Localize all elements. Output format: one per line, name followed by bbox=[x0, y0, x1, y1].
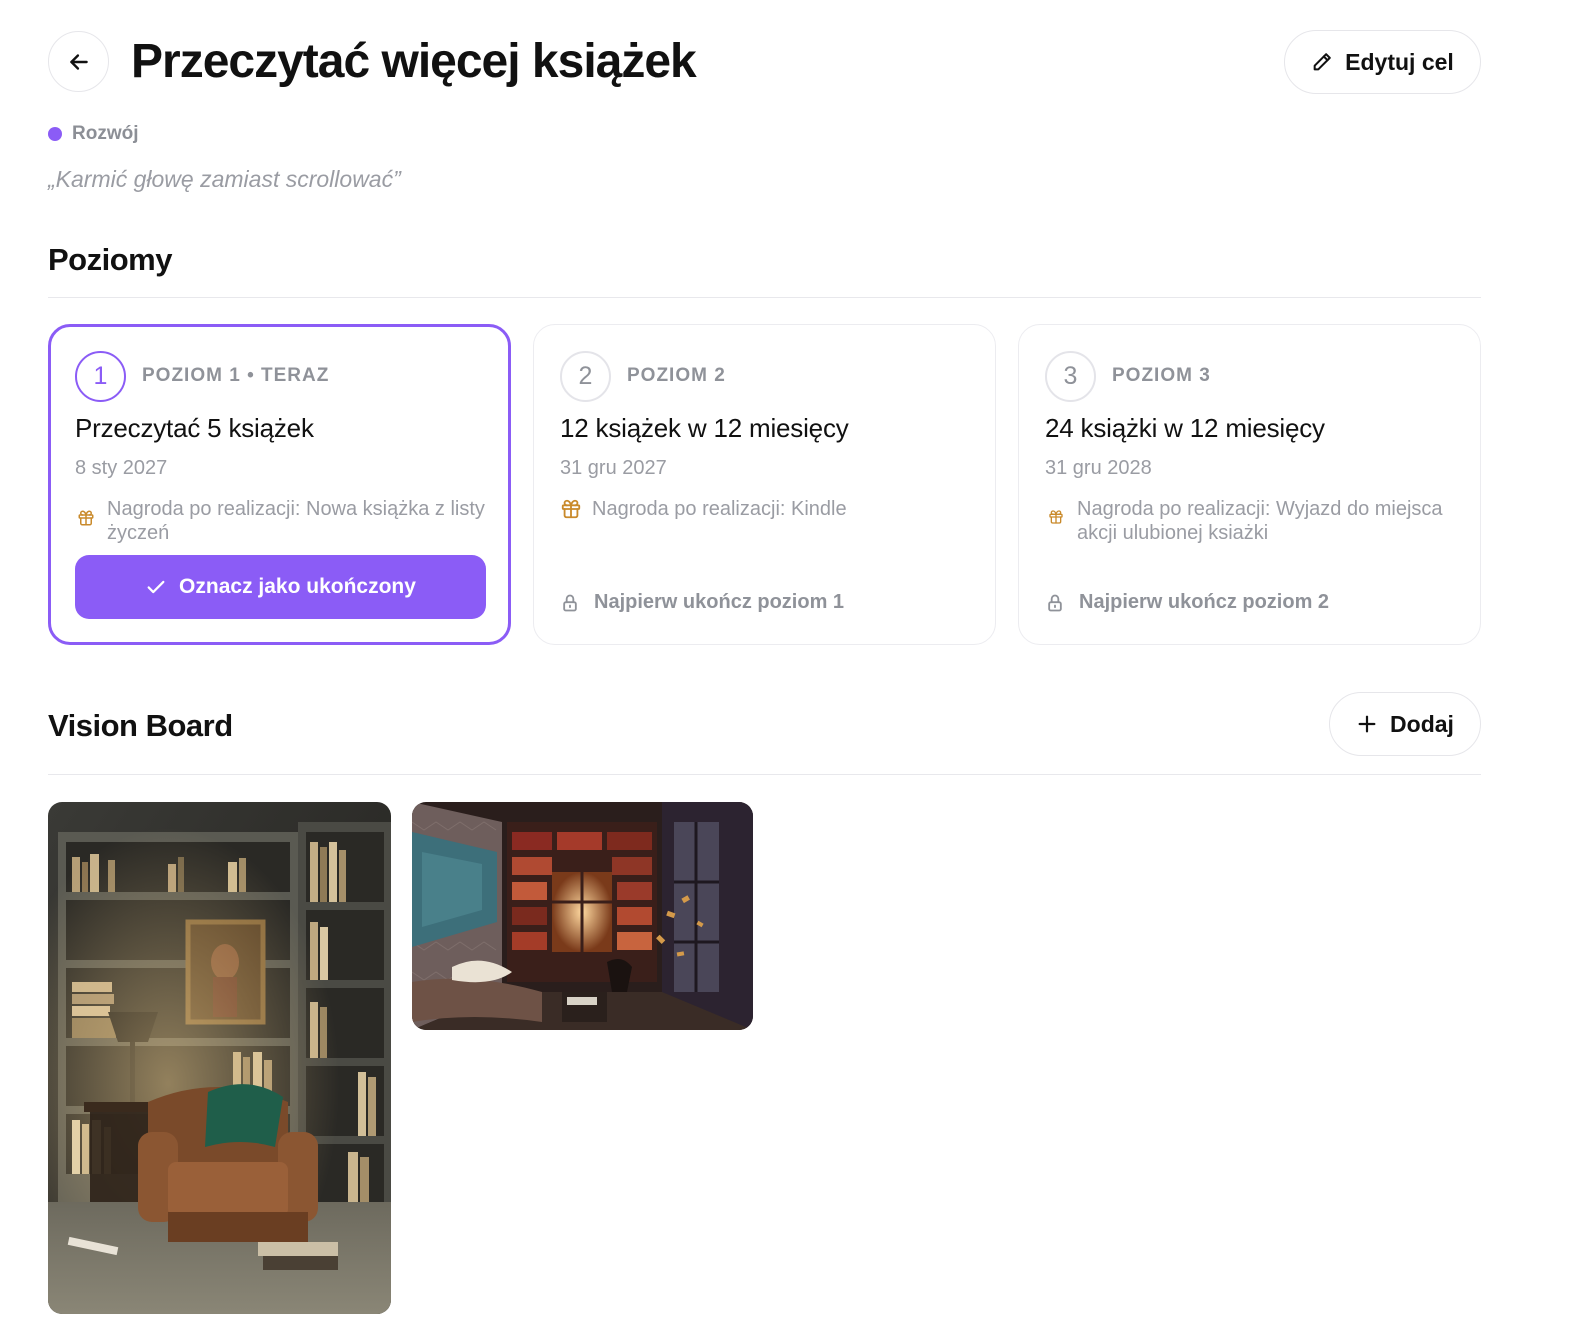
edit-goal-button[interactable]: Edytuj cel bbox=[1284, 30, 1481, 94]
level-label: POZIOM 2 bbox=[627, 365, 726, 386]
level-label: POZIOM 3 bbox=[1112, 365, 1211, 386]
level-locked-notice: Najpierw ukończ poziom 2 bbox=[1045, 591, 1329, 614]
level-locked-text: Najpierw ukończ poziom 1 bbox=[594, 591, 845, 613]
arrow-left-icon bbox=[69, 53, 88, 70]
gift-icon bbox=[561, 499, 581, 519]
level-card-2: 2 POZIOM 2 12 książek w 12 miesięcy 31 g… bbox=[533, 324, 996, 645]
level-number-badge: 2 bbox=[560, 351, 611, 402]
gift-icon bbox=[1049, 510, 1063, 524]
level-reward: Nagroda po realizacji: Kindle bbox=[560, 497, 970, 521]
edit-goal-label: Edytuj cel bbox=[1345, 48, 1454, 75]
mark-complete-label: Oznacz jako ukończony bbox=[179, 575, 416, 598]
level-locked-notice: Najpierw ukończ poziom 1 bbox=[560, 591, 844, 614]
level-locked-text: Najpierw ukończ poziom 2 bbox=[1079, 591, 1330, 613]
level-number-badge: 3 bbox=[1045, 351, 1096, 402]
mark-complete-button[interactable]: Oznacz jako ukończony bbox=[75, 555, 486, 619]
level-reward: Nagroda po realizacji: Nowa książka z li… bbox=[75, 497, 485, 545]
back-button[interactable] bbox=[48, 31, 109, 92]
level-name: 12 książek w 12 miesięcy bbox=[560, 413, 849, 443]
page-title: Przeczytać więcej książek bbox=[131, 35, 697, 88]
category-tag: Rozwój bbox=[48, 123, 139, 145]
lock-icon bbox=[563, 594, 577, 611]
level-date: 31 gru 2027 bbox=[560, 457, 667, 479]
vision-board-title: Vision Board bbox=[48, 708, 233, 743]
vision-board-divider bbox=[48, 774, 1481, 775]
level-number-badge: 1 bbox=[75, 351, 126, 402]
level-date: 31 gru 2028 bbox=[1045, 457, 1152, 479]
level-reward-text: Nagroda po realizacji: Kindle bbox=[592, 498, 847, 520]
levels-section-title: Poziomy bbox=[48, 242, 172, 277]
category-label: Rozwój bbox=[72, 123, 139, 144]
goal-detail-page: Przeczytać więcej książek Edytuj cel Roz… bbox=[0, 0, 1576, 1342]
goal-quote: „Karmić głowę zamiast scrollować” bbox=[48, 166, 401, 192]
gift-icon bbox=[78, 510, 94, 526]
pencil-icon bbox=[1313, 53, 1331, 71]
vision-board-image-library[interactable] bbox=[412, 802, 753, 1030]
home-library-photo bbox=[412, 802, 753, 1030]
plus-icon bbox=[1358, 715, 1376, 733]
level-label: POZIOM 1 • TERAZ bbox=[142, 365, 330, 386]
check-icon bbox=[147, 580, 165, 594]
lock-icon bbox=[1048, 594, 1062, 611]
level-reward-text: Nagroda po realizacji: Nowa książka z li… bbox=[107, 498, 485, 544]
level-name: Przeczytać 5 książek bbox=[75, 413, 314, 443]
add-image-label: Dodaj bbox=[1390, 710, 1454, 737]
add-image-button[interactable]: Dodaj bbox=[1329, 692, 1481, 756]
level-card-3: 3 POZIOM 3 24 książki w 12 miesięcy 31 g… bbox=[1018, 324, 1481, 645]
levels-divider bbox=[48, 297, 1481, 298]
reading-nook-photo bbox=[48, 802, 391, 1314]
category-dot bbox=[48, 127, 62, 141]
vision-board-image-reading-nook[interactable] bbox=[48, 802, 391, 1314]
level-card-1: 1 POZIOM 1 • TERAZ Przeczytać 5 książek … bbox=[48, 324, 511, 645]
level-name: 24 książki w 12 miesięcy bbox=[1045, 413, 1325, 443]
level-reward: Nagroda po realizacji: Wyjazd do miejsca… bbox=[1045, 497, 1455, 545]
level-reward-text: Nagroda po realizacji: Wyjazd do miejsca… bbox=[1077, 498, 1443, 544]
level-date: 8 sty 2027 bbox=[75, 457, 168, 479]
